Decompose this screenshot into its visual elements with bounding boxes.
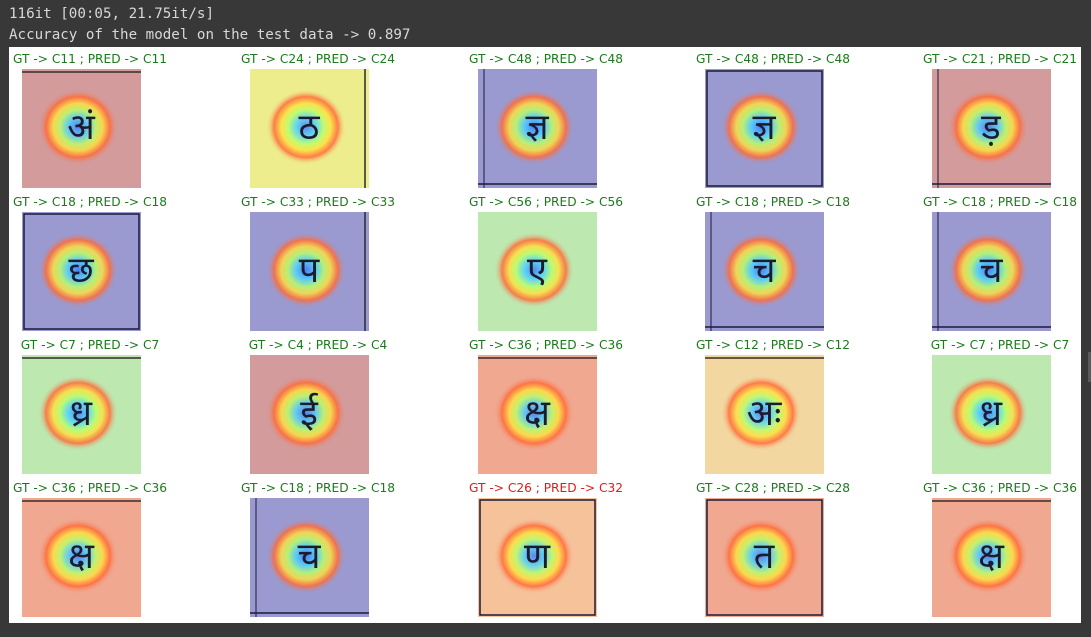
handwritten-character: प [299, 250, 320, 291]
handwritten-character: च [753, 250, 777, 291]
caption-correct: GT -> C4 ; PRED -> C4 [248, 338, 388, 352]
handwritten-character: च [980, 250, 1004, 291]
caption-correct: GT -> C18 ; PRED -> C18 [923, 195, 1077, 209]
prediction-cell: GT -> C18 ; PRED -> C18 च [211, 476, 425, 619]
caption-correct: GT -> C18 ; PRED -> C18 [13, 195, 167, 209]
caption-correct: GT -> C36 ; PRED -> C36 [13, 481, 167, 495]
caption-correct: GT -> C36 ; PRED -> C36 [469, 338, 623, 352]
prediction-cell: GT -> C26 ; PRED -> C32 ण [439, 476, 653, 619]
heatmap-thumbnail: ध्र [22, 355, 141, 474]
prediction-cell: GT -> C48 ; PRED -> C48 ज्ञ [666, 47, 880, 190]
caption-correct: GT -> C18 ; PRED -> C18 [696, 195, 850, 209]
prediction-cell: GT -> C56 ; PRED -> C56 ए [439, 190, 653, 333]
heatmap-thumbnail: अः [705, 355, 824, 474]
caption-correct: GT -> C48 ; PRED -> C48 [469, 52, 623, 66]
prediction-cell: GT -> C4 ; PRED -> C4 ई [211, 333, 425, 476]
prediction-cell: GT -> C33 ; PRED -> C33 प [211, 190, 425, 333]
handwritten-character: ठ [299, 107, 321, 148]
caption-correct: GT -> C21 ; PRED -> C21 [923, 52, 1077, 66]
progress-line: 116it [00:05, 21.75it/s] [9, 6, 214, 22]
prediction-cell: GT -> C12 ; PRED -> C12 अः [666, 333, 880, 476]
prediction-cell: GT -> C7 ; PRED -> C7 ध्र [893, 333, 1091, 476]
prediction-cell: GT -> C24 ; PRED -> C24 ठ [211, 47, 425, 190]
caption-correct: GT -> C56 ; PRED -> C56 [469, 195, 623, 209]
heatmap-thumbnail: ए [478, 212, 597, 331]
caption-correct: GT -> C7 ; PRED -> C7 [930, 338, 1070, 352]
prediction-cell: GT -> C18 ; PRED -> C18 छ [0, 190, 197, 333]
heatmap-thumbnail: ज्ञ [478, 69, 597, 188]
handwritten-character: त [754, 536, 776, 577]
handwritten-character: ए [527, 250, 548, 291]
heatmap-thumbnail: ज्ञ [705, 69, 824, 188]
handwritten-character: ड़ [980, 107, 1001, 148]
heatmap-thumbnail: ई [250, 355, 369, 474]
prediction-cell: GT -> C36 ; PRED -> C36 क्ष [439, 333, 653, 476]
prediction-cell: GT -> C28 ; PRED -> C28 त [666, 476, 880, 619]
prediction-cell: GT -> C18 ; PRED -> C18 च [666, 190, 880, 333]
heatmap-thumbnail: क्ष [932, 498, 1051, 617]
prediction-cell: GT -> C7 ; PRED -> C7 ध्र [0, 333, 197, 476]
handwritten-character: च [298, 536, 322, 577]
caption-correct: GT -> C36 ; PRED -> C36 [923, 481, 1077, 495]
handwritten-character: ई [300, 392, 319, 434]
caption-correct: GT -> C18 ; PRED -> C18 [241, 481, 395, 495]
prediction-cell: GT -> C11 ; PRED -> C11 अं [0, 47, 197, 190]
heatmap-thumbnail: ठ [250, 69, 369, 188]
caption-correct: GT -> C33 ; PRED -> C33 [241, 195, 395, 209]
accuracy-line: Accuracy of the model on the test data -… [9, 27, 411, 43]
stdout-text: 116it [00:05, 21.75it/s] Accuracy of the… [9, 4, 410, 46]
handwritten-character: ध्र [980, 393, 1003, 434]
handwritten-character: छ [68, 250, 94, 291]
handwritten-character: अं [67, 107, 96, 148]
heatmap-thumbnail: ण [478, 498, 597, 617]
caption-correct: GT -> C11 ; PRED -> C11 [13, 52, 167, 66]
prediction-cell: GT -> C21 ; PRED -> C21 ड़ [893, 47, 1091, 190]
prediction-cell: GT -> C36 ; PRED -> C36 क्ष [0, 476, 197, 619]
heatmap-thumbnail: च [932, 212, 1051, 331]
handwritten-character: क्ष [978, 536, 1005, 577]
caption-correct: GT -> C28 ; PRED -> C28 [696, 481, 850, 495]
handwritten-character: ज्ञ [752, 107, 776, 148]
heatmap-thumbnail: क्ष [478, 355, 597, 474]
heatmap-thumbnail: छ [22, 212, 141, 331]
heatmap-thumbnail: क्ष [22, 498, 141, 617]
heatmap-thumbnail: अं [22, 69, 141, 188]
caption-correct: GT -> C24 ; PRED -> C24 [241, 52, 395, 66]
handwritten-character: क्ष [524, 393, 551, 434]
prediction-grid-figure: GT -> C11 ; PRED -> C11 अं GT -> C24 ; PR… [9, 47, 1081, 623]
heatmap-thumbnail: च [705, 212, 824, 331]
caption-incorrect: GT -> C26 ; PRED -> C32 [469, 481, 623, 495]
heatmap-thumbnail: च [250, 498, 369, 617]
handwritten-character: क्ष [68, 536, 95, 577]
caption-correct: GT -> C48 ; PRED -> C48 [696, 52, 850, 66]
heatmap-thumbnail: ड़ [932, 69, 1051, 188]
handwritten-character: ध्र [70, 393, 93, 434]
notebook-cell-output: 116it [00:05, 21.75it/s] Accuracy of the… [0, 0, 1091, 637]
prediction-cell: GT -> C48 ; PRED -> C48 ज्ञ [439, 47, 653, 190]
heatmap-thumbnail: प [250, 212, 369, 331]
prediction-cell: GT -> C36 ; PRED -> C36 क्ष [893, 476, 1091, 619]
heatmap-thumbnail: त [705, 498, 824, 617]
prediction-cell: GT -> C18 ; PRED -> C18 च [893, 190, 1091, 333]
caption-correct: GT -> C7 ; PRED -> C7 [20, 338, 160, 352]
handwritten-character: अः [747, 393, 783, 434]
handwritten-character: ज्ञ [525, 107, 549, 148]
caption-correct: GT -> C12 ; PRED -> C12 [696, 338, 850, 352]
heatmap-thumbnail: ध्र [932, 355, 1051, 474]
handwritten-character: ण [524, 536, 551, 577]
